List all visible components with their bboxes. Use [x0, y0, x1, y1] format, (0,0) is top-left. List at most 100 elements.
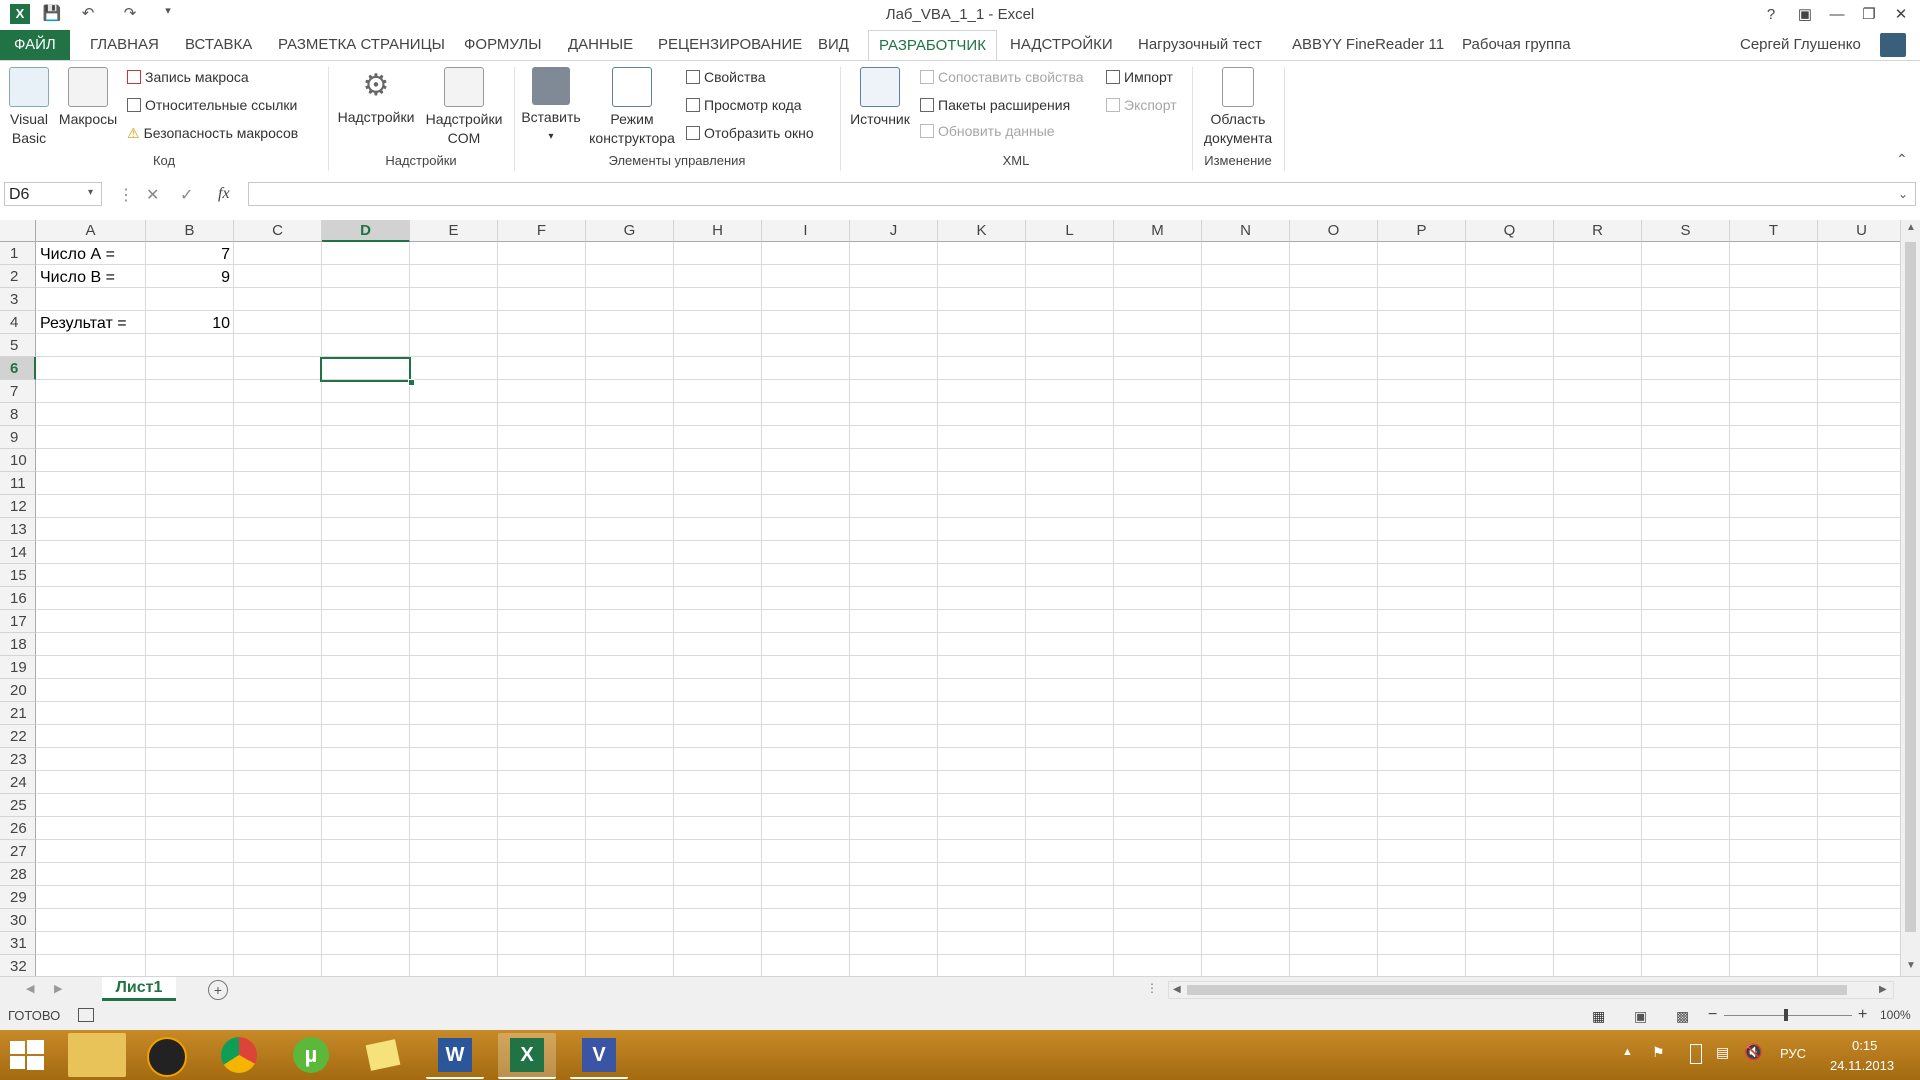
com-addins-button[interactable]: Надстройки COM	[420, 67, 508, 148]
column-header-l[interactable]: L	[1026, 220, 1114, 242]
column-header-n[interactable]: N	[1202, 220, 1290, 242]
normal-view-icon[interactable]: ▦	[1592, 1008, 1605, 1025]
page-layout-view-icon[interactable]: ▣	[1634, 1008, 1647, 1025]
visio-icon[interactable]: V	[570, 1033, 628, 1079]
row-header-26[interactable]: 26	[0, 817, 36, 840]
column-header-g[interactable]: G	[586, 220, 674, 242]
show-window-button[interactable]: Отобразить окно	[686, 122, 814, 144]
input-language[interactable]: РУС	[1780, 1046, 1806, 1061]
row-header-6[interactable]: 6	[0, 357, 36, 380]
tab-abbyy[interactable]: ABBYY FineReader 11	[1282, 30, 1454, 60]
row-header-23[interactable]: 23	[0, 748, 36, 771]
collapse-ribbon-icon[interactable]: ⌃	[1896, 151, 1908, 168]
zoom-out-icon[interactable]: −	[1708, 1006, 1717, 1024]
vertical-scrollbar[interactable]: ▲ ▼	[1900, 220, 1920, 976]
row-header-29[interactable]: 29	[0, 886, 36, 909]
insert-control-button[interactable]: Вставить ▾	[518, 67, 584, 146]
column-header-i[interactable]: I	[762, 220, 850, 242]
map-properties-button[interactable]: Сопоставить свойства	[920, 66, 1084, 88]
row-header-18[interactable]: 18	[0, 633, 36, 656]
cell-A1[interactable]: Число А =	[40, 243, 115, 266]
avatar[interactable]	[1880, 33, 1906, 57]
chrome-icon[interactable]	[210, 1033, 268, 1077]
document-panel-button[interactable]: Область документа	[1196, 67, 1280, 148]
row-header-3[interactable]: 3	[0, 288, 36, 311]
macros-button[interactable]: Макросы	[56, 67, 120, 129]
row-header-11[interactable]: 11	[0, 472, 36, 495]
next-sheet-icon[interactable]: ▶	[54, 982, 62, 995]
visual-basic-button[interactable]: Visual Basic	[4, 67, 54, 148]
battery-icon[interactable]	[1690, 1044, 1702, 1064]
expand-formula-icon[interactable]: ⌄	[1898, 187, 1908, 201]
row-header-9[interactable]: 9	[0, 426, 36, 449]
zoom-slider[interactable]	[1724, 1009, 1852, 1021]
close-button[interactable]: ✕	[1886, 2, 1916, 28]
row-header-2[interactable]: 2	[0, 265, 36, 288]
row-header-24[interactable]: 24	[0, 771, 36, 794]
aimp-icon[interactable]	[138, 1033, 196, 1077]
scroll-up-icon[interactable]: ▲	[1906, 222, 1916, 233]
worksheet-grid[interactable]: ABCDEFGHIJKLMNOPQRSTU 1 2 3 4 5 6 7 8 9 10 11 12 13 1…	[0, 220, 1900, 976]
zoom-slider-thumb[interactable]	[1784, 1009, 1788, 1021]
row-header-4[interactable]: 4	[0, 311, 36, 334]
cell-A4[interactable]: Результат =	[40, 312, 127, 335]
column-header-j[interactable]: J	[850, 220, 938, 242]
column-header-d[interactable]: D	[322, 220, 410, 242]
column-header-s[interactable]: S	[1642, 220, 1730, 242]
utorrent-icon[interactable]: µ	[282, 1033, 340, 1077]
insert-function-icon[interactable]: fx	[218, 185, 230, 203]
scroll-down-icon[interactable]: ▼	[1906, 960, 1916, 971]
column-header-k[interactable]: K	[938, 220, 1026, 242]
cell-A2[interactable]: Число В =	[40, 266, 115, 289]
select-all-corner[interactable]	[0, 220, 36, 242]
sheet-tab-list1[interactable]: Лист1	[102, 977, 176, 1001]
row-header-21[interactable]: 21	[0, 702, 36, 725]
windows-start-icon[interactable]	[10, 1040, 44, 1070]
word-icon[interactable]: W	[426, 1033, 484, 1079]
tab-formulas[interactable]: ФОРМУЛЫ	[454, 30, 552, 60]
hscroll-thumb[interactable]	[1187, 985, 1847, 995]
row-header-7[interactable]: 7	[0, 380, 36, 403]
row-header-25[interactable]: 25	[0, 794, 36, 817]
file-explorer-icon[interactable]	[68, 1033, 126, 1077]
cell-B2[interactable]: 9	[146, 266, 230, 289]
xml-source-button[interactable]: Источник	[844, 67, 916, 129]
row-header-16[interactable]: 16	[0, 587, 36, 610]
row-header-10[interactable]: 10	[0, 449, 36, 472]
column-header-t[interactable]: T	[1730, 220, 1818, 242]
row-header-15[interactable]: 15	[0, 564, 36, 587]
row-header-17[interactable]: 17	[0, 610, 36, 633]
row-header-8[interactable]: 8	[0, 403, 36, 426]
column-header-h[interactable]: H	[674, 220, 762, 242]
column-header-e[interactable]: E	[410, 220, 498, 242]
action-center-flag-icon[interactable]: ⚑	[1652, 1044, 1665, 1061]
more-options-icon[interactable]: ⋮	[118, 185, 134, 205]
column-header-o[interactable]: O	[1290, 220, 1378, 242]
scroll-thumb[interactable]	[1905, 242, 1916, 932]
minimize-button[interactable]: —	[1822, 2, 1852, 28]
column-header-m[interactable]: M	[1114, 220, 1202, 242]
row-header-27[interactable]: 27	[0, 840, 36, 863]
column-header-f[interactable]: F	[498, 220, 586, 242]
clock-date[interactable]: 24.11.2013	[1830, 1058, 1894, 1073]
row-header-31[interactable]: 31	[0, 932, 36, 955]
tab-home[interactable]: ГЛАВНАЯ	[80, 30, 169, 60]
new-sheet-button[interactable]: +	[208, 980, 228, 1000]
restore-button[interactable]: ❐	[1854, 2, 1884, 28]
excel-taskbar-icon[interactable]: X	[498, 1033, 556, 1079]
view-code-button[interactable]: Просмотр кода	[686, 94, 802, 116]
row-header-14[interactable]: 14	[0, 541, 36, 564]
active-cell-D6[interactable]	[320, 357, 411, 382]
cancel-icon[interactable]: ✕	[146, 185, 159, 205]
cell-B4[interactable]: 10	[146, 312, 230, 335]
cell-B1[interactable]: 7	[146, 243, 230, 266]
row-header-12[interactable]: 12	[0, 495, 36, 518]
user-name[interactable]: Сергей Глушенко	[1730, 30, 1881, 60]
addins-button[interactable]: ⚙ Надстройки	[334, 67, 418, 127]
tab-review[interactable]: РЕЦЕНЗИРОВАНИЕ	[648, 30, 812, 60]
row-header-28[interactable]: 28	[0, 863, 36, 886]
tab-insert[interactable]: ВСТАВКА	[175, 30, 262, 60]
properties-button[interactable]: Свойства	[686, 66, 765, 88]
macro-record-icon[interactable]	[78, 1008, 94, 1022]
row-header-30[interactable]: 30	[0, 909, 36, 932]
